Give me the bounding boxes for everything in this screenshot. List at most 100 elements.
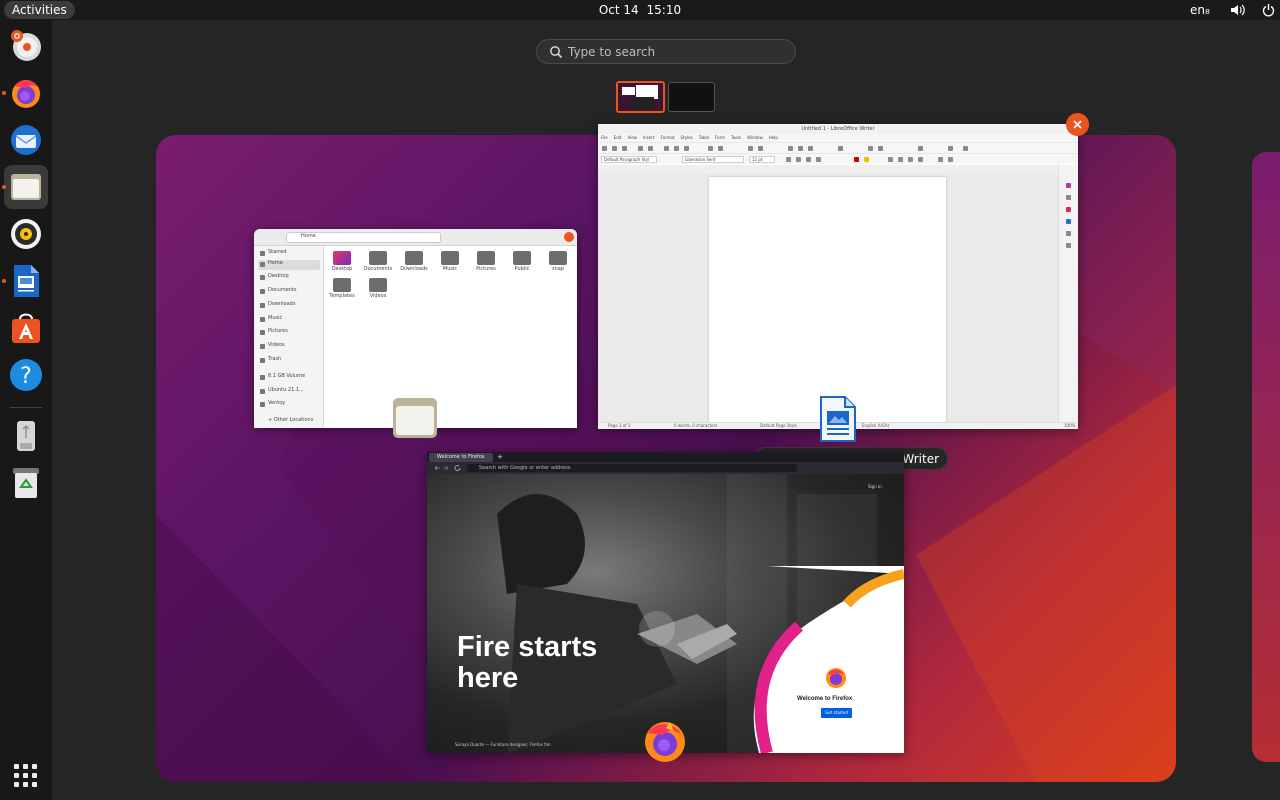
dock-item-software[interactable]	[4, 306, 48, 350]
new-icon	[602, 146, 607, 151]
sidebar-item: Music	[258, 315, 320, 325]
align-left-icon	[888, 157, 893, 162]
close-icon	[564, 232, 574, 242]
bold-icon	[786, 157, 791, 162]
folder-label: Music	[442, 266, 458, 272]
folder-icon	[441, 251, 459, 265]
dock-item-writer[interactable]	[2, 259, 48, 303]
headline-line-2: here	[457, 662, 519, 694]
usb-drive-icon	[17, 421, 35, 451]
font-size-box: 12 pt	[749, 156, 775, 163]
writer-icon	[14, 265, 39, 297]
sidebar-item: Ventoy	[258, 400, 320, 410]
menu-item: Edit	[613, 135, 622, 140]
print-icon	[638, 146, 643, 151]
input-language-indicator[interactable]: en₈	[1190, 0, 1210, 20]
star-icon	[260, 251, 265, 256]
search-input[interactable]	[568, 42, 788, 61]
link-icon	[868, 146, 873, 151]
cut-icon	[664, 146, 669, 151]
dock-item-firefox[interactable]	[2, 71, 48, 115]
desktop-icon	[260, 275, 265, 280]
dock-item-trash[interactable]	[4, 461, 48, 505]
writer-sidebar-deck	[1058, 165, 1078, 422]
grid-dot	[14, 773, 19, 778]
sidebar-item: Documents	[258, 287, 320, 297]
dock-item-installer[interactable]	[4, 24, 48, 68]
firefox-navbar: Search with Google or enter address	[427, 462, 904, 474]
folder-item: Pictures	[471, 251, 501, 272]
sidebar-item-label: Trash	[268, 356, 282, 362]
workspace-thumbnail-1[interactable]	[616, 81, 665, 113]
folder-icon	[549, 251, 567, 265]
welcome-title: Welcome to Firefox	[797, 696, 853, 702]
sidebar-item: Home	[258, 260, 320, 270]
folder-label: Templates	[329, 293, 355, 299]
clock[interactable]: Oct 14 15:10	[0, 0, 1280, 20]
folder-label: Videos	[369, 293, 387, 299]
overview-search[interactable]	[536, 39, 796, 64]
sidebar-item-label: Ventoy	[268, 400, 286, 406]
home-icon	[260, 262, 265, 267]
special-character-icon	[838, 146, 843, 151]
show-applications-button[interactable]	[12, 762, 40, 790]
menu-item: View	[627, 135, 637, 140]
line-icon	[948, 146, 953, 151]
folder-label: Desktop	[331, 266, 353, 272]
writer-document-area	[598, 173, 1058, 427]
welcome-headline: Fire starts here	[457, 632, 597, 694]
chart-icon	[808, 146, 813, 151]
pictures-icon	[260, 330, 265, 335]
spelling-icon	[758, 146, 763, 151]
sidebar-item-label: Pictures	[268, 328, 288, 334]
sidebar-item: Videos	[258, 342, 320, 352]
dock-item-files[interactable]	[2, 165, 48, 209]
next-workspace-preview[interactable]	[1252, 152, 1280, 762]
firefox-tab: Welcome to Firefox	[429, 453, 493, 462]
dock-item-thunderbird[interactable]	[4, 118, 48, 162]
preview-icon	[648, 146, 653, 151]
close-window-button[interactable]	[1066, 113, 1089, 136]
headline-line-1: Fire starts	[457, 631, 598, 663]
menu-item: Styles	[680, 135, 693, 140]
navigator-icon	[1066, 219, 1071, 224]
writer-titlebar: Untitled 1 - LibreOffice Writer	[598, 124, 1078, 134]
firefox-icon	[645, 722, 685, 762]
menu-item: Insert	[642, 135, 655, 140]
workspace-thumbnail-2[interactable]	[668, 82, 715, 112]
menu-item: Tools	[731, 135, 741, 140]
installer-icon	[11, 30, 41, 61]
numbering-icon	[948, 157, 953, 162]
writer-ruler	[598, 165, 1078, 173]
image-icon	[798, 146, 803, 151]
folder-label: snap	[551, 266, 564, 272]
align-right-icon	[908, 157, 913, 162]
sidebar-item-label: Desktop	[268, 273, 289, 279]
folder-item: Desktop	[327, 251, 357, 272]
folder-label: Pictures	[476, 266, 496, 272]
rhythmbox-icon	[11, 219, 41, 249]
highlight-icon	[864, 157, 869, 162]
dock-item-help[interactable]: ?	[4, 353, 48, 397]
videos-icon	[260, 344, 265, 349]
grid-dot	[14, 782, 19, 787]
running-indicator	[2, 279, 6, 283]
system-status-menu[interactable]	[1228, 2, 1276, 18]
folder-item: Documents	[363, 251, 393, 272]
writer-window-app-badge	[818, 396, 858, 446]
folder-item: Videos	[363, 278, 393, 299]
dock-item-usb-drive[interactable]	[4, 414, 48, 458]
running-indicator	[2, 185, 6, 189]
folder-label: Public	[514, 266, 530, 272]
underline-icon	[806, 157, 811, 162]
paragraph-style-box: Default Paragraph Styl	[601, 156, 657, 163]
grid-dot	[14, 764, 19, 769]
properties-icon	[1066, 183, 1071, 188]
firefox-url-bar: Search with Google or enter address	[467, 464, 797, 472]
firefox-window-preview[interactable]: Welcome to Firefox + Search with Google …	[427, 452, 904, 753]
writer-window-preview[interactable]: Untitled 1 - LibreOffice Writer File Edit…	[598, 124, 1078, 429]
music-icon	[260, 317, 265, 322]
dock-item-rhythmbox[interactable]	[4, 212, 48, 256]
folder-icon	[333, 251, 351, 265]
sidebar-item: Desktop	[258, 273, 320, 283]
